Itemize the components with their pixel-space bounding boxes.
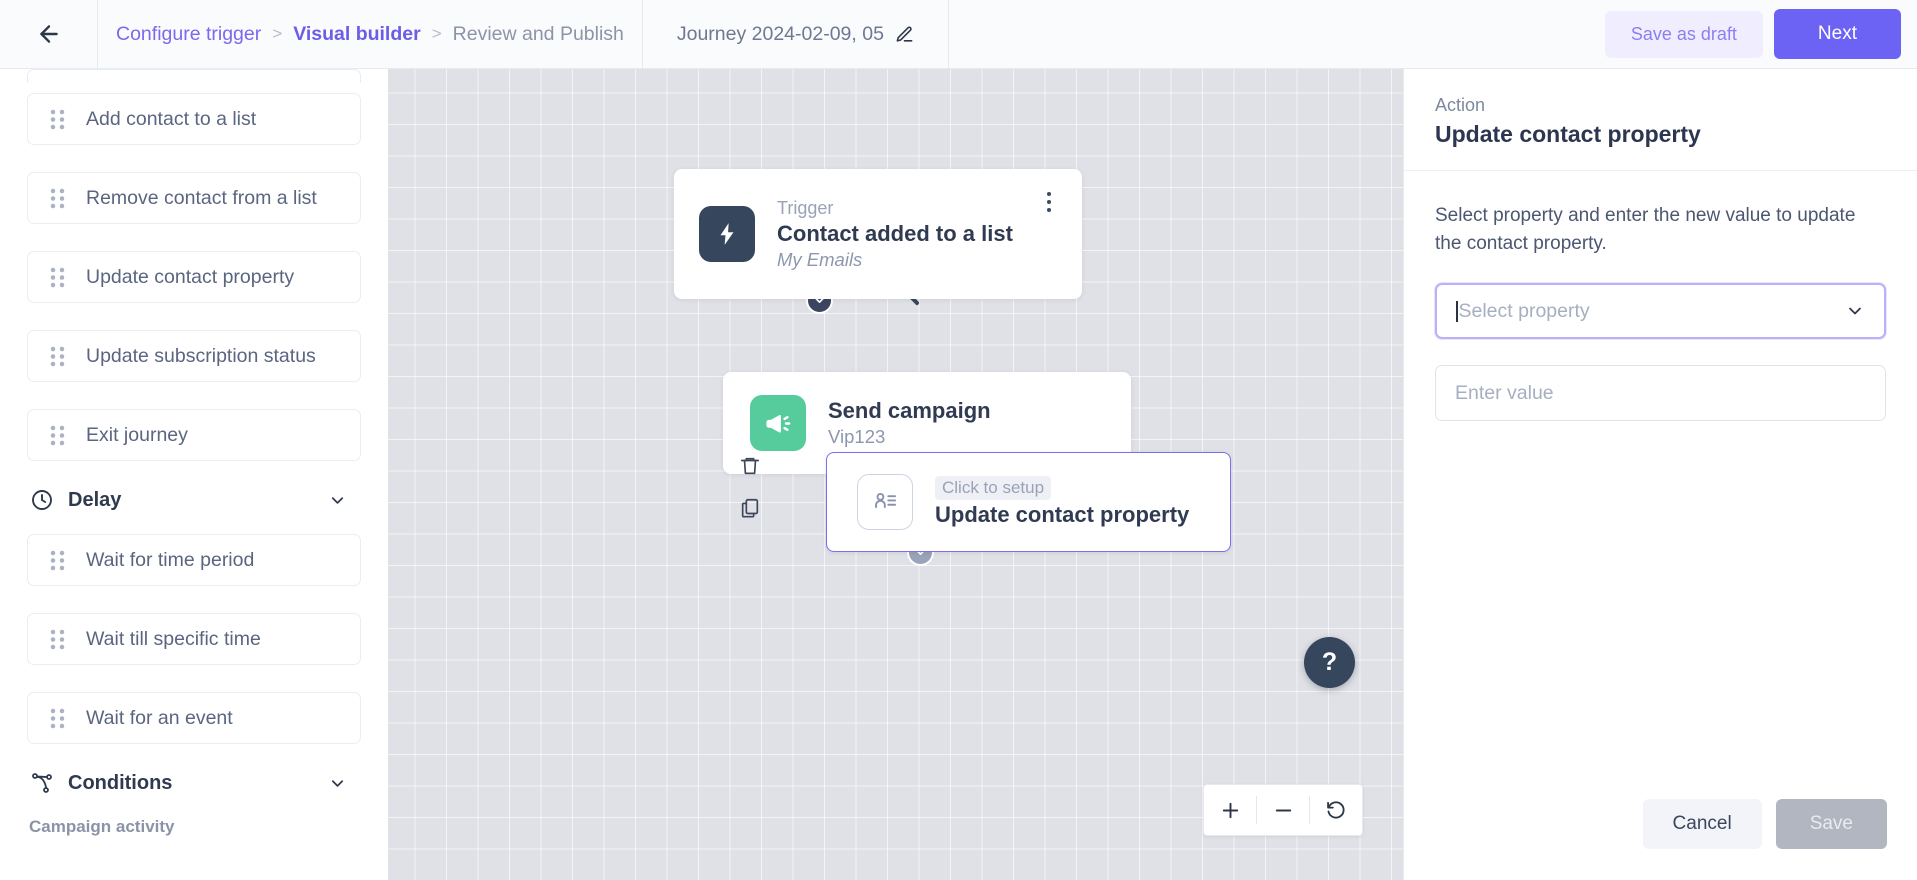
trash-icon (740, 457, 760, 475)
chevron-down-icon[interactable] (1845, 301, 1865, 321)
node-subtitle: My Emails (777, 248, 863, 270)
drag-handle-icon[interactable] (28, 188, 86, 209)
minus-icon (1275, 809, 1291, 811)
journey-title: Journey 2024-02-09, 05 (676, 22, 884, 45)
sidebar-item-update-contact-property[interactable]: Update contact property (27, 251, 361, 303)
sidebar-item-wait-for-an-event[interactable]: Wait for an event (27, 692, 361, 744)
drag-handle-icon[interactable] (28, 708, 86, 729)
node-subtitle: Vip123 (828, 426, 886, 447)
drag-handle-icon[interactable] (28, 425, 86, 446)
text-caret (1456, 300, 1458, 322)
sidebar-item-label: Wait till specific time (86, 627, 261, 650)
sidebar-group-label: Conditions (68, 771, 173, 794)
sidebar-item-label: Add contact to a list (86, 107, 257, 130)
sidebar-item-label: Wait for time period (86, 548, 255, 571)
reset-view-button[interactable] (1310, 785, 1362, 835)
panel-description: Select property and enter the new value … (1435, 205, 1856, 254)
sidebar-item-label: Update subscription status (86, 344, 316, 367)
sidebar-item-label: Update contact property (86, 265, 295, 288)
journey-canvas[interactable]: Trigger Contact added to a list My Email… (388, 69, 1403, 880)
panel-header: Action Update contact property (1404, 69, 1917, 171)
journey-title-group: Journey 2024-02-09, 05 (643, 0, 948, 69)
node-text-group: Send campaign Vip123 (828, 398, 991, 448)
breadcrumb: Configure trigger > Visual builder > Rev… (98, 0, 624, 69)
sidebar-group-conditions[interactable]: Conditions (27, 771, 361, 795)
cancel-button[interactable]: Cancel (1642, 799, 1762, 849)
drag-handle-icon[interactable] (28, 109, 86, 130)
sidebar-item-add-contact-to-a-list[interactable]: Add contact to a list (27, 93, 361, 145)
breadcrumb-separator-icon: > (431, 24, 442, 43)
drag-handle-icon[interactable] (28, 267, 86, 288)
drag-handle-icon[interactable] (28, 346, 86, 367)
help-button[interactable]: ? (1304, 637, 1355, 688)
sidebar-item-partial[interactable] (27, 69, 361, 83)
sidebar-section-campaign-activity: Campaign activity (29, 817, 175, 836)
enter-value-placeholder: Enter value (1455, 381, 1554, 404)
panel-kicker: Action (1435, 95, 1486, 115)
sidebar-item-wait-for-time-period[interactable]: Wait for time period (27, 534, 361, 586)
header-actions: Save as draft Next (1604, 9, 1917, 59)
lightning-bolt-icon (699, 206, 755, 262)
node-text-group: Click to setup Update contact property (935, 476, 1189, 528)
node-kicker: Trigger (777, 197, 834, 218)
node-text-group: Trigger Contact added to a list My Email… (777, 198, 1013, 271)
enter-value-input[interactable]: Enter value (1435, 365, 1886, 422)
pencil-icon[interactable] (895, 25, 914, 44)
sidebar-item-label: Wait for an event (86, 706, 233, 729)
breadcrumb-configure-trigger[interactable]: Configure trigger (116, 23, 261, 46)
app-header: Configure trigger > Visual builder > Rev… (0, 0, 1917, 69)
copy-icon (741, 498, 759, 518)
node-title: Update contact property (935, 502, 1190, 527)
save-button[interactable]: Save (1775, 799, 1887, 849)
sidebar-group-delay[interactable]: Delay (27, 488, 361, 512)
arrow-left-icon (39, 25, 58, 43)
sidebar-item-label: Exit journey (86, 423, 188, 446)
save-as-draft-button[interactable]: Save as draft (1604, 10, 1763, 58)
breadcrumb-review-and-publish[interactable]: Review and Publish (453, 23, 624, 46)
node-title: Send campaign (828, 398, 991, 423)
contact-record-icon (857, 474, 913, 530)
duplicate-node-button[interactable] (738, 497, 762, 521)
megaphone-icon (750, 395, 806, 451)
clock-icon (32, 490, 52, 510)
action-settings-panel: Action Update contact property Select pr… (1403, 69, 1917, 880)
sidebar-item-label: Remove contact from a list (86, 186, 317, 209)
sidebar-item-wait-till-specific-time[interactable]: Wait till specific time (27, 613, 361, 665)
journey-builder-app: Configure trigger > Visual builder > Rev… (0, 0, 1917, 880)
select-property-placeholder: Select property (1458, 299, 1590, 322)
zoom-in-button[interactable] (1204, 785, 1256, 835)
node-title: Contact added to a list (777, 220, 1013, 246)
branch-icon (32, 773, 52, 793)
canvas-node-update-contact-property[interactable]: Click to setup Update contact property (826, 452, 1231, 552)
node-tools (738, 455, 762, 521)
canvas-node-trigger[interactable]: Trigger Contact added to a list My Email… (674, 169, 1082, 299)
plus-icon (1222, 802, 1238, 818)
node-kicker: Click to setup (935, 476, 1052, 500)
back-button[interactable] (0, 0, 97, 69)
next-button[interactable]: Next (1773, 9, 1901, 59)
panel-body: Select property and enter the new value … (1404, 171, 1917, 422)
more-vertical-icon[interactable] (1038, 189, 1060, 215)
breadcrumb-separator-icon: > (272, 24, 283, 43)
blocks-sidebar[interactable]: Add contact to a list Remove contact fro… (0, 69, 388, 880)
delete-node-button[interactable] (738, 455, 762, 479)
chevron-down-icon[interactable] (328, 774, 347, 793)
sidebar-item-update-subscription-status[interactable]: Update subscription status (27, 330, 361, 382)
header-divider-right (947, 0, 949, 69)
panel-footer: Cancel Save (1404, 799, 1917, 880)
breadcrumb-visual-builder[interactable]: Visual builder (293, 23, 421, 46)
reset-icon (1326, 800, 1345, 818)
sidebar-item-remove-contact-from-a-list[interactable]: Remove contact from a list (27, 172, 361, 224)
panel-title: Update contact property (1435, 121, 1701, 147)
sidebar-item-exit-journey[interactable]: Exit journey (27, 409, 361, 461)
sidebar-group-label: Delay (68, 488, 122, 511)
zoom-out-button[interactable] (1257, 785, 1309, 835)
select-property-dropdown[interactable]: Select property (1435, 283, 1886, 340)
drag-handle-icon[interactable] (28, 629, 86, 650)
drag-handle-icon[interactable] (28, 550, 86, 571)
zoom-controls (1203, 784, 1363, 836)
chevron-down-icon[interactable] (328, 491, 347, 510)
